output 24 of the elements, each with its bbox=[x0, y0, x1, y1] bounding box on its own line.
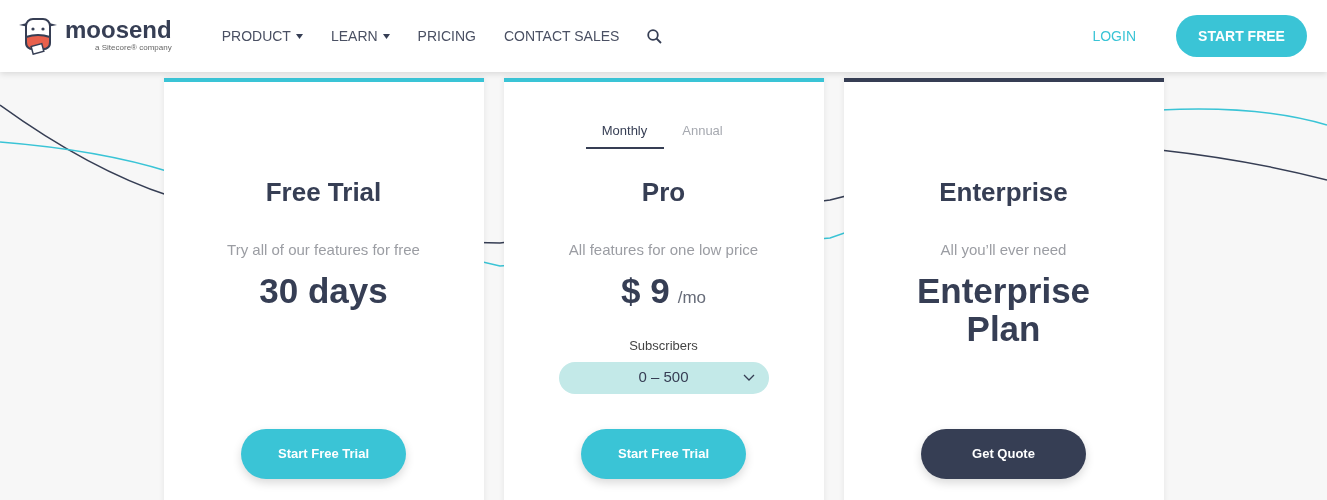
plan-price: Enterprise Plan bbox=[915, 271, 1092, 348]
nav-link[interactable]: LEARN bbox=[330, 25, 390, 47]
plan-button[interactable]: Get Quote bbox=[921, 429, 1086, 479]
price-unit: /mo bbox=[677, 286, 706, 309]
plan-price: 30 days bbox=[259, 271, 388, 310]
search-icon[interactable] bbox=[647, 28, 663, 44]
plan-description: All features for one low price bbox=[568, 240, 759, 260]
billing-tab[interactable]: Monthly bbox=[585, 115, 664, 149]
plan-description: All you’ll ever need bbox=[940, 240, 1067, 260]
subscribers-select[interactable]: 0 – 500 bbox=[558, 361, 769, 394]
caret-icon bbox=[295, 33, 303, 39]
subscribers-label: Subscribers bbox=[629, 337, 698, 355]
nav-link[interactable]: PRODUCT bbox=[221, 25, 303, 47]
caret-icon bbox=[382, 33, 390, 39]
brand-name: moosend bbox=[65, 18, 172, 42]
plan-title: Enterprise bbox=[939, 177, 1068, 207]
plan-description: Try all of our features for free bbox=[227, 240, 420, 260]
brand-tagline: a Sitecore® company bbox=[95, 42, 172, 54]
plan-price: $ 9 bbox=[621, 271, 670, 310]
plan-title: Free Trial bbox=[265, 177, 382, 207]
plan-title: Pro bbox=[641, 177, 686, 207]
chevron-down-icon bbox=[742, 374, 755, 381]
nav-link[interactable]: PRICING bbox=[417, 25, 476, 47]
nav-link[interactable]: CONTACT SALES bbox=[503, 25, 620, 47]
